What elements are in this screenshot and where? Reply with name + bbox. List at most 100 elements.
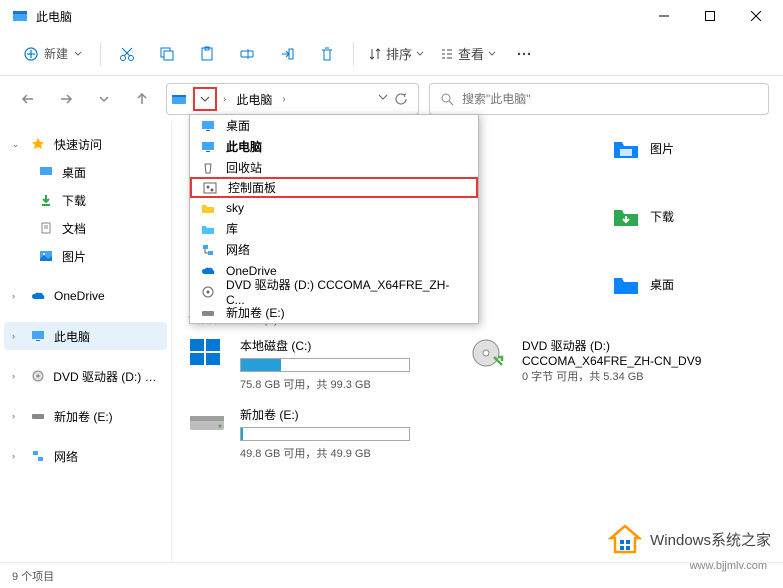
sort-icon [368, 47, 382, 61]
network-icon [200, 242, 216, 258]
dropdown-item-control-panel[interactable]: 控制面板 [190, 177, 478, 198]
view-label: 查看 [458, 44, 484, 63]
windows-drive-icon [188, 337, 228, 369]
chevron-down-icon[interactable] [378, 92, 388, 102]
chevron-right-icon: › [282, 94, 285, 105]
dropdown-label: 新加卷 (E:) [226, 304, 285, 321]
dropdown-label: 桌面 [226, 117, 250, 134]
copy-button[interactable] [149, 36, 185, 72]
dropdown-label: DVD 驱动器 (D:) CCCOMA_X64FRE_ZH-C... [226, 276, 468, 307]
sidebar-item-onedrive[interactable]: ›OneDrive [4, 282, 167, 310]
more-button[interactable] [506, 36, 542, 72]
new-button[interactable]: 新建 [14, 36, 92, 72]
sidebar-label: DVD 驱动器 (D:) CC [53, 368, 159, 385]
drive-item-e[interactable]: 新加卷 (E:) 49.8 GB 可用，共 49.9 GB [188, 406, 410, 461]
sort-button[interactable]: 排序 [362, 36, 430, 72]
list-icon [440, 47, 454, 61]
sidebar-label: 快速访问 [54, 136, 102, 153]
sidebar-label: 新加卷 (E:) [54, 408, 113, 425]
recycle-icon [200, 160, 216, 176]
sidebar-item-desktop[interactable]: 桌面 [4, 158, 167, 186]
close-button[interactable] [733, 0, 779, 32]
dropdown-item-thispc[interactable]: 此电脑 [190, 136, 478, 157]
dropdown-label: 此电脑 [226, 138, 262, 155]
dropdown-item-desktop[interactable]: 桌面 [190, 115, 478, 136]
folder-icon [612, 202, 640, 230]
sidebar-label: 图片 [62, 248, 86, 265]
breadcrumb[interactable]: 此电脑 [232, 91, 276, 108]
cloud-icon [200, 263, 216, 279]
library-label: 桌面 [650, 276, 674, 293]
watermark: Windows系统之家 [608, 522, 771, 556]
library-item-downloads[interactable]: 下载 [612, 202, 674, 230]
separator [353, 42, 354, 66]
drive-item-c[interactable]: 本地磁盘 (C:) 75.8 GB 可用，共 99.3 GB [188, 337, 410, 392]
status-bar: 9 个项目 [0, 562, 783, 588]
sidebar-item-newvol[interactable]: ›新加卷 (E:) [4, 402, 167, 430]
house-icon [608, 522, 642, 556]
address-dropdown-button[interactable] [193, 87, 217, 111]
library-item-desktop[interactable]: 桌面 [612, 270, 674, 298]
minimize-button[interactable] [641, 0, 687, 32]
address-bar[interactable]: › 此电脑 › 桌面 此电脑 回收站 控制面板 sky 库 网络 OneDriv… [166, 83, 419, 115]
folder-icon [612, 270, 640, 298]
disc-icon [30, 368, 46, 384]
folder-icon [200, 200, 216, 216]
refresh-icon[interactable] [394, 92, 408, 106]
paste-button[interactable] [189, 36, 225, 72]
network-icon [30, 448, 46, 464]
library-item-pictures[interactable]: 图片 [612, 134, 674, 162]
chevron-right-icon: › [223, 94, 226, 105]
dropdown-item-recycle[interactable]: 回收站 [190, 157, 478, 178]
sidebar-label: 此电脑 [54, 328, 90, 345]
cut-button[interactable] [109, 36, 145, 72]
ellipsis-icon [516, 46, 532, 62]
dropdown-label: 控制面板 [228, 179, 276, 196]
rename-button[interactable] [229, 36, 265, 72]
sidebar-item-downloads[interactable]: 下载 [4, 186, 167, 214]
dropdown-label: 回收站 [226, 159, 262, 176]
search-icon [440, 92, 454, 106]
sidebar-item-dvd[interactable]: ›DVD 驱动器 (D:) CC [4, 362, 167, 390]
sidebar-item-documents[interactable]: 文档 [4, 214, 167, 242]
dropdown-item-sky[interactable]: sky [190, 197, 478, 218]
forward-button[interactable] [52, 85, 80, 113]
chevron-down-icon [488, 50, 496, 58]
arrow-left-icon [21, 92, 35, 106]
search-bar[interactable] [429, 83, 769, 115]
drive-stat: 0 字节 可用，共 5.34 GB [522, 368, 701, 384]
back-button[interactable] [14, 85, 42, 113]
folder-icon [612, 134, 640, 162]
delete-button[interactable] [309, 36, 345, 72]
sidebar-item-pictures[interactable]: 图片 [4, 242, 167, 270]
dropdown-item-dvd[interactable]: DVD 驱动器 (D:) CCCOMA_X64FRE_ZH-C... [190, 281, 478, 302]
drive-icon [30, 408, 46, 424]
trash-icon [319, 46, 335, 62]
sidebar-item-thispc[interactable]: ›此电脑 [4, 322, 167, 350]
recent-button[interactable] [90, 85, 118, 113]
view-button[interactable]: 查看 [434, 36, 502, 72]
drive-item-dvd[interactable]: DVD 驱动器 (D:) CCCOMA_X64FRE_ZH-CN_DV9 0 字… [470, 337, 701, 384]
sidebar-item-quick[interactable]: ⌄快速访问 [4, 130, 167, 158]
picture-icon [38, 248, 54, 264]
sidebar-label: 文档 [62, 220, 86, 237]
navigation-row: › 此电脑 › 桌面 此电脑 回收站 控制面板 sky 库 网络 OneDriv… [0, 76, 783, 122]
arrow-up-icon [135, 92, 149, 106]
sidebar-item-network[interactable]: ›网络 [4, 442, 167, 470]
library-right-column: 图片 下载 桌面 [612, 134, 674, 314]
dropdown-item-network[interactable]: 网络 [190, 239, 478, 260]
up-button[interactable] [128, 85, 156, 113]
share-button[interactable] [269, 36, 305, 72]
window-controls [641, 0, 779, 32]
cloud-icon [30, 288, 46, 304]
watermark-url: www.bjjmlv.com [690, 560, 767, 572]
hdd-icon [188, 406, 228, 438]
title-bar: 此电脑 [0, 0, 783, 32]
dropdown-label: 库 [226, 220, 238, 237]
maximize-button[interactable] [687, 0, 733, 32]
search-input[interactable] [462, 92, 758, 106]
dropdown-item-libraries[interactable]: 库 [190, 218, 478, 239]
chevron-down-icon [74, 50, 82, 58]
monitor-icon [200, 139, 216, 155]
plus-icon [24, 47, 38, 61]
